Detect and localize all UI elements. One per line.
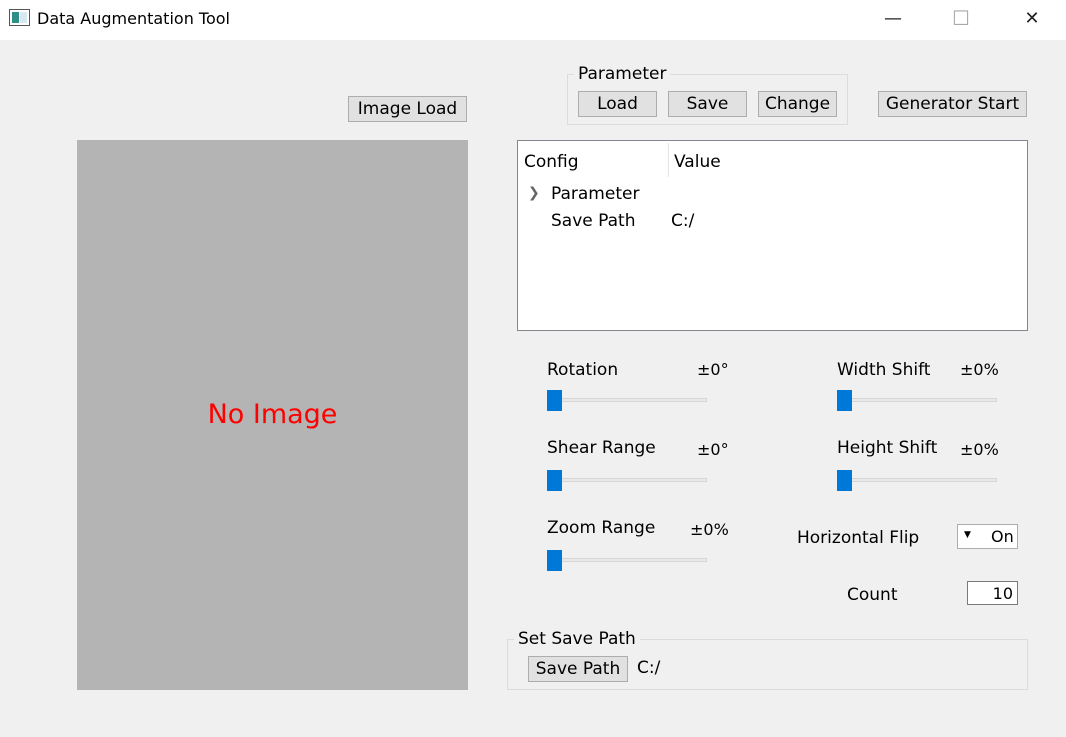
- count-input[interactable]: [967, 581, 1018, 605]
- save-path-button[interactable]: Save Path: [528, 656, 628, 682]
- rotation-value: ±0°: [697, 360, 729, 379]
- title-bar: Data Augmentation Tool — ☐ ✕: [0, 0, 1066, 40]
- save-path-group-title: Set Save Path: [514, 629, 640, 649]
- zoom-range-slider-track[interactable]: [547, 558, 707, 562]
- maximize-icon[interactable]: ☐: [938, 0, 984, 36]
- count-label: Count: [847, 585, 898, 605]
- horizontal-flip-selected: On: [991, 527, 1014, 546]
- zoom-range-label: Zoom Range: [547, 518, 656, 538]
- rotation-slider-thumb[interactable]: [547, 390, 562, 411]
- shear-range-slider-thumb[interactable]: [547, 470, 562, 491]
- image-preview-panel: No Image: [77, 140, 468, 690]
- width-shift-label: Width Shift: [837, 360, 931, 380]
- width-shift-slider-thumb[interactable]: [837, 390, 852, 411]
- height-shift-slider-track[interactable]: [837, 478, 997, 482]
- height-shift-label: Height Shift: [837, 438, 938, 458]
- zoom-range-value: ±0%: [690, 520, 729, 539]
- config-tree[interactable]: Config Value ❯ Parameter Save Path C:/: [517, 140, 1028, 331]
- image-load-button[interactable]: Image Load: [348, 96, 467, 122]
- load-button[interactable]: Load: [578, 91, 657, 117]
- parameter-group-title: Parameter: [574, 64, 671, 84]
- rotation-label: Rotation: [547, 360, 619, 380]
- shear-range-value: ±0°: [697, 440, 729, 459]
- column-header-config[interactable]: Config: [524, 152, 579, 172]
- app-window-icon: [9, 9, 30, 26]
- height-shift-slider-thumb[interactable]: [837, 470, 852, 491]
- height-shift-value: ±0%: [960, 440, 999, 459]
- rotation-slider-track[interactable]: [547, 398, 707, 402]
- width-shift-value: ±0%: [960, 360, 999, 379]
- window-title: Data Augmentation Tool: [37, 9, 230, 28]
- horizontal-flip-select[interactable]: ▼ On: [957, 524, 1018, 549]
- change-button[interactable]: Change: [758, 91, 837, 117]
- minimize-icon[interactable]: —: [870, 0, 916, 36]
- generator-start-button[interactable]: Generator Start: [878, 91, 1027, 117]
- column-header-value[interactable]: Value: [674, 152, 721, 172]
- tree-row-save-path-config[interactable]: Save Path: [551, 211, 635, 231]
- close-icon[interactable]: ✕: [1009, 0, 1055, 36]
- width-shift-slider-track[interactable]: [837, 398, 997, 402]
- tree-row-save-path-value: C:/: [671, 211, 695, 231]
- chevron-right-icon[interactable]: ❯: [528, 185, 540, 201]
- save-path-value: C:/: [637, 658, 661, 678]
- horizontal-flip-label: Horizontal Flip: [797, 528, 920, 548]
- dropdown-arrow-icon[interactable]: ▼: [964, 530, 971, 540]
- shear-range-slider-track[interactable]: [547, 478, 707, 482]
- zoom-range-slider-thumb[interactable]: [547, 550, 562, 571]
- tree-row-parameter-config[interactable]: Parameter: [551, 184, 639, 204]
- save-button[interactable]: Save: [668, 91, 747, 117]
- shear-range-label: Shear Range: [547, 438, 656, 458]
- no-image-label: No Image: [207, 399, 338, 430]
- column-separator: [668, 143, 669, 177]
